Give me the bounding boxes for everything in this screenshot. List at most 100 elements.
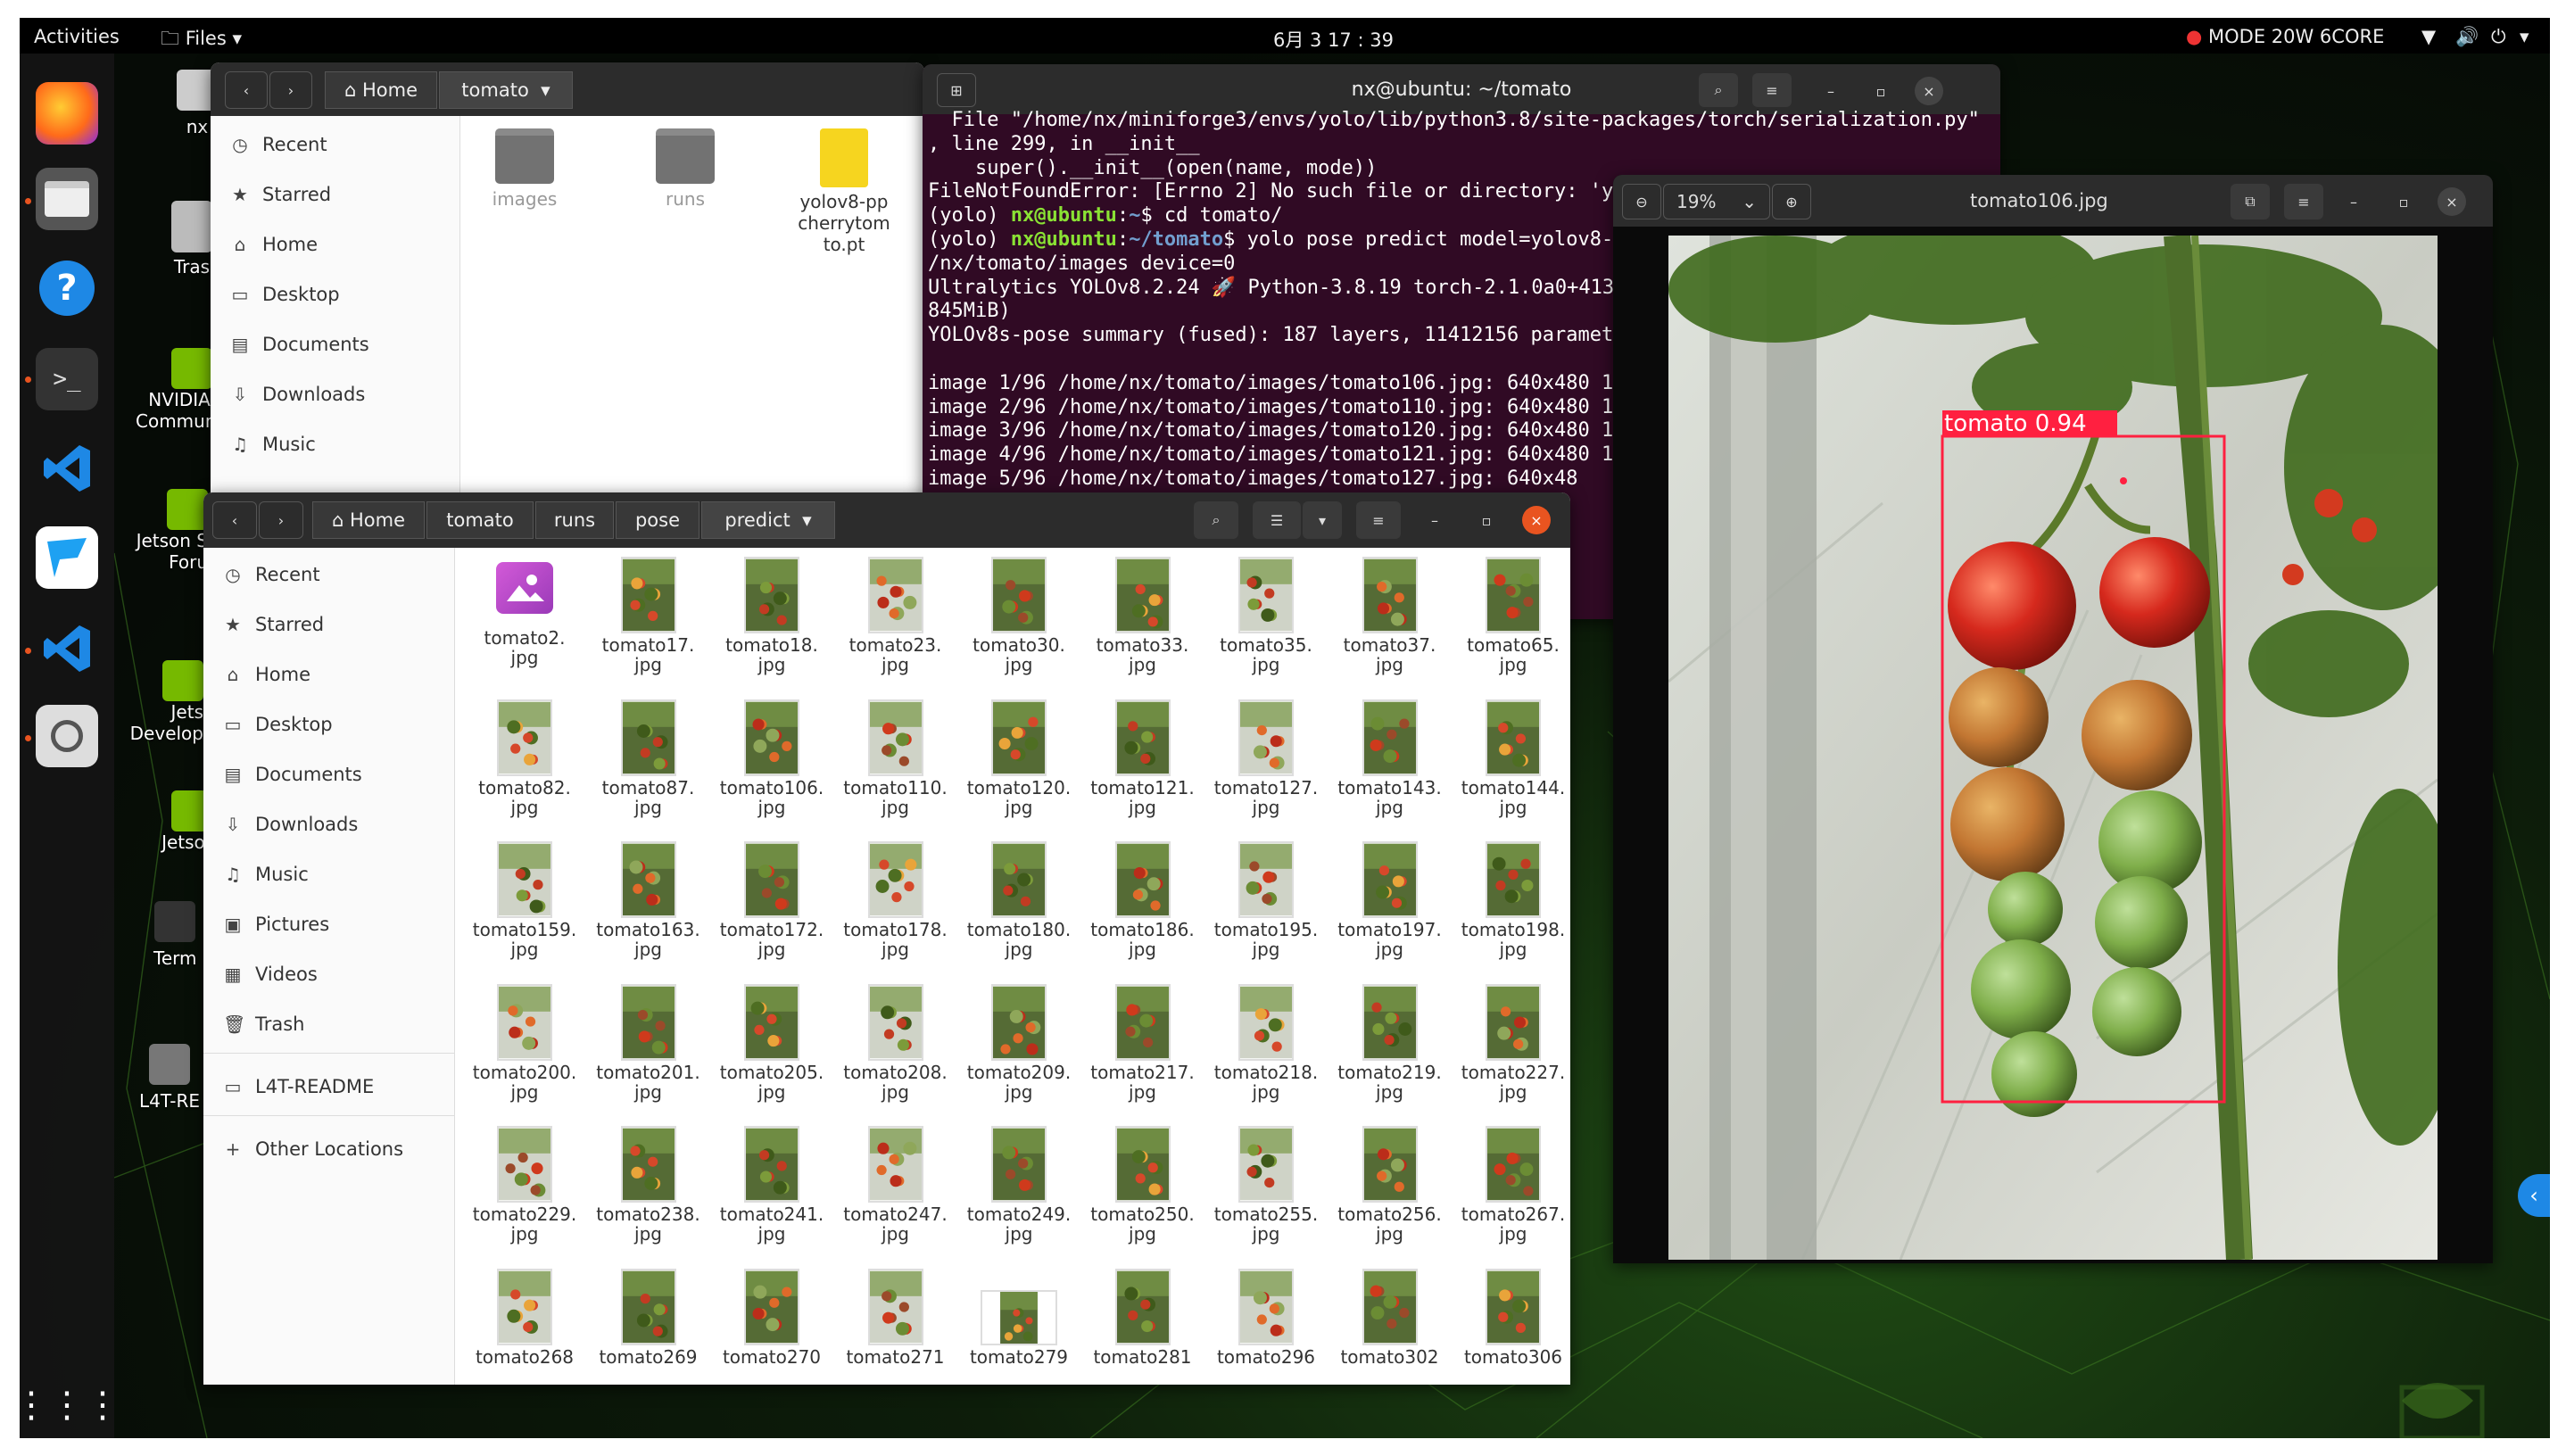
power-mode-indicator[interactable]: ● MODE 20W 6CORE (2186, 26, 2384, 47)
sidebar-item-recent[interactable]: ◷ Recent (223, 557, 319, 592)
file-item[interactable]: tomato218. jpg (1204, 983, 1328, 1127)
files-icon[interactable] (36, 168, 98, 230)
file-item[interactable]: tomato302 (1329, 1268, 1452, 1386)
zoom-select[interactable]: 19% ⌄ (1663, 184, 1770, 219)
file-item[interactable]: tomato87. jpg (587, 699, 710, 842)
gallery-icon[interactable]: ⧉ (2231, 184, 2270, 219)
file-item[interactable]: tomato110. jpg (834, 699, 957, 842)
desktop-icon-jetson-forum[interactable]: Jetson S Foru (131, 489, 208, 573)
desktop-icon-jetson-developer[interactable]: Jets Develop (127, 660, 203, 744)
file-item[interactable]: tomato271 (834, 1268, 957, 1386)
file-item[interactable]: tomato267. jpg (1452, 1126, 1570, 1269)
sidebar-item-other-locations[interactable]: + Other Locations (223, 1131, 403, 1167)
sidebar-item-pictures[interactable]: ▣ Pictures (223, 906, 330, 942)
help-icon[interactable]: ? (36, 257, 98, 319)
sidebar-item-trash[interactable]: 🗑 Trash (223, 1006, 305, 1042)
file-item[interactable]: tomato143. jpg (1329, 699, 1452, 842)
file-item[interactable]: tomato247. jpg (834, 1126, 957, 1269)
sidebar-item-starred[interactable]: ★ Starred (230, 177, 331, 212)
list-view-icon[interactable]: ☰ (1253, 501, 1301, 539)
file-item[interactable]: tomato255. jpg (1204, 1126, 1328, 1269)
wifi-icon[interactable]: ▼ (2421, 26, 2436, 47)
activities-button[interactable]: Activities (34, 26, 120, 47)
show-apps-icon[interactable]: ⋮⋮⋮ (20, 1374, 120, 1436)
back-button[interactable]: ‹ (225, 71, 268, 109)
file-item[interactable]: tomato2. jpg (463, 557, 586, 699)
vscode-icon[interactable] (36, 437, 98, 500)
files-window-front[interactable]: ‹ › ⌂ Home tomato runs pose predict ▾ ⌕ … (203, 492, 1570, 1385)
minimize-icon[interactable]: – (1815, 75, 1847, 107)
menu-icon[interactable]: ≡ (1356, 501, 1401, 539)
menu-icon[interactable]: ≡ (2284, 184, 2323, 219)
system-menu-arrow-icon[interactable]: ▾ (2520, 26, 2529, 47)
path-home[interactable]: ⌂ Home (312, 501, 425, 539)
file-model[interactable]: yolov8-pp cherrytom to.pt (782, 128, 906, 271)
file-item[interactable]: tomato238. jpg (587, 1126, 710, 1269)
file-item[interactable]: tomato209. jpg (957, 983, 1080, 1127)
file-item[interactable]: tomato163. jpg (587, 841, 710, 984)
path-tomato[interactable]: tomato (426, 501, 534, 539)
file-item[interactable]: tomato178. jpg (834, 841, 957, 984)
file-item[interactable]: tomato208. jpg (834, 983, 957, 1127)
image-viewer-window[interactable]: ⊖ 19% ⌄ ⊕ tomato106.jpg ⧉ ≡ – ▫ × tomato… (1613, 175, 2493, 1263)
file-item[interactable]: tomato227. jpg (1452, 983, 1570, 1127)
file-item[interactable]: tomato106. jpg (710, 699, 833, 842)
file-item[interactable]: tomato172. jpg (710, 841, 833, 984)
file-item[interactable]: tomato268 (463, 1268, 586, 1386)
terminal-icon[interactable]: >_ (36, 348, 98, 410)
file-item[interactable]: tomato229. jpg (463, 1126, 586, 1269)
sidebar-item-home[interactable]: ⌂ Home (230, 227, 318, 262)
sidebar-item-starred[interactable]: ★ Starred (223, 607, 324, 642)
file-item[interactable]: tomato159. jpg (463, 841, 586, 984)
path-tomato[interactable]: tomato ▾ (439, 71, 573, 109)
path-runs[interactable]: runs (535, 501, 614, 539)
folder-runs[interactable]: runs (624, 128, 747, 271)
minimize-icon[interactable]: – (1419, 503, 1451, 537)
image-viewer-icon[interactable] (36, 705, 98, 767)
sidebar-item-recent[interactable]: ◷ Recent (230, 127, 327, 162)
forward-button[interactable]: › (259, 501, 303, 539)
sidebar-item-videos[interactable]: ▦ Videos (223, 956, 318, 992)
file-item[interactable]: tomato219. jpg (1329, 983, 1452, 1127)
app-icon[interactable] (36, 526, 98, 589)
close-icon[interactable]: × (1915, 77, 1943, 105)
file-item[interactable]: tomato186. jpg (1081, 841, 1204, 984)
minimize-icon[interactable]: – (2338, 186, 2370, 218)
desktop-icon-terminal[interactable]: Term (153, 901, 196, 969)
file-item[interactable]: tomato296 (1204, 1268, 1328, 1386)
desktop-icon-nvidia-jetson[interactable]: NVIDIA J Communi (136, 348, 221, 432)
view-options-icon[interactable]: ▾ (1303, 501, 1342, 539)
file-item[interactable]: tomato269 (587, 1268, 710, 1386)
file-item[interactable]: tomato197. jpg (1329, 841, 1452, 984)
file-item[interactable]: tomato306 (1452, 1268, 1570, 1386)
path-predict[interactable]: predict ▾ (701, 501, 835, 539)
file-item[interactable]: tomato201. jpg (587, 983, 710, 1127)
file-item[interactable]: tomato23. jpg (834, 557, 957, 699)
file-item[interactable]: tomato205. jpg (710, 983, 833, 1127)
file-item[interactable]: tomato200. jpg (463, 983, 586, 1127)
desktop-icon-jetson[interactable]: Jetsor (145, 790, 212, 853)
sidebar-item-desktop[interactable]: ▭ Desktop (230, 277, 340, 312)
file-item[interactable]: tomato35. jpg (1204, 557, 1328, 699)
firefox-icon[interactable] (36, 82, 98, 145)
file-item[interactable]: tomato18. jpg (710, 557, 833, 699)
file-item[interactable]: tomato144. jpg (1452, 699, 1570, 842)
file-item[interactable]: tomato195. jpg (1204, 841, 1328, 984)
file-item[interactable]: tomato82. jpg (463, 699, 586, 842)
clock[interactable]: 6月 3 17 : 39 (1273, 26, 1394, 53)
file-item[interactable]: tomato198. jpg (1452, 841, 1570, 984)
desktop-icon-l4t-readme[interactable]: L4T-RE (139, 1044, 200, 1112)
file-item[interactable]: tomato120. jpg (957, 699, 1080, 842)
sidebar-item-home[interactable]: ⌂ Home (223, 657, 310, 692)
file-item[interactable]: tomato281 (1081, 1268, 1204, 1386)
sidebar-item-documents[interactable]: ▤ Documents (223, 757, 362, 792)
file-item[interactable]: tomato65. jpg (1452, 557, 1570, 699)
file-item[interactable]: tomato241. jpg (710, 1126, 833, 1269)
file-item[interactable]: tomato33. jpg (1081, 557, 1204, 699)
close-icon[interactable]: × (1522, 506, 1551, 534)
zoom-out-icon[interactable]: ⊖ (1622, 184, 1661, 219)
zoom-in-icon[interactable]: ⊕ (1772, 184, 1811, 219)
file-item[interactable]: tomato127. jpg (1204, 699, 1328, 842)
menu-icon[interactable]: ≡ (1752, 73, 1792, 107)
volume-icon[interactable]: 🔊 (2455, 26, 2479, 48)
